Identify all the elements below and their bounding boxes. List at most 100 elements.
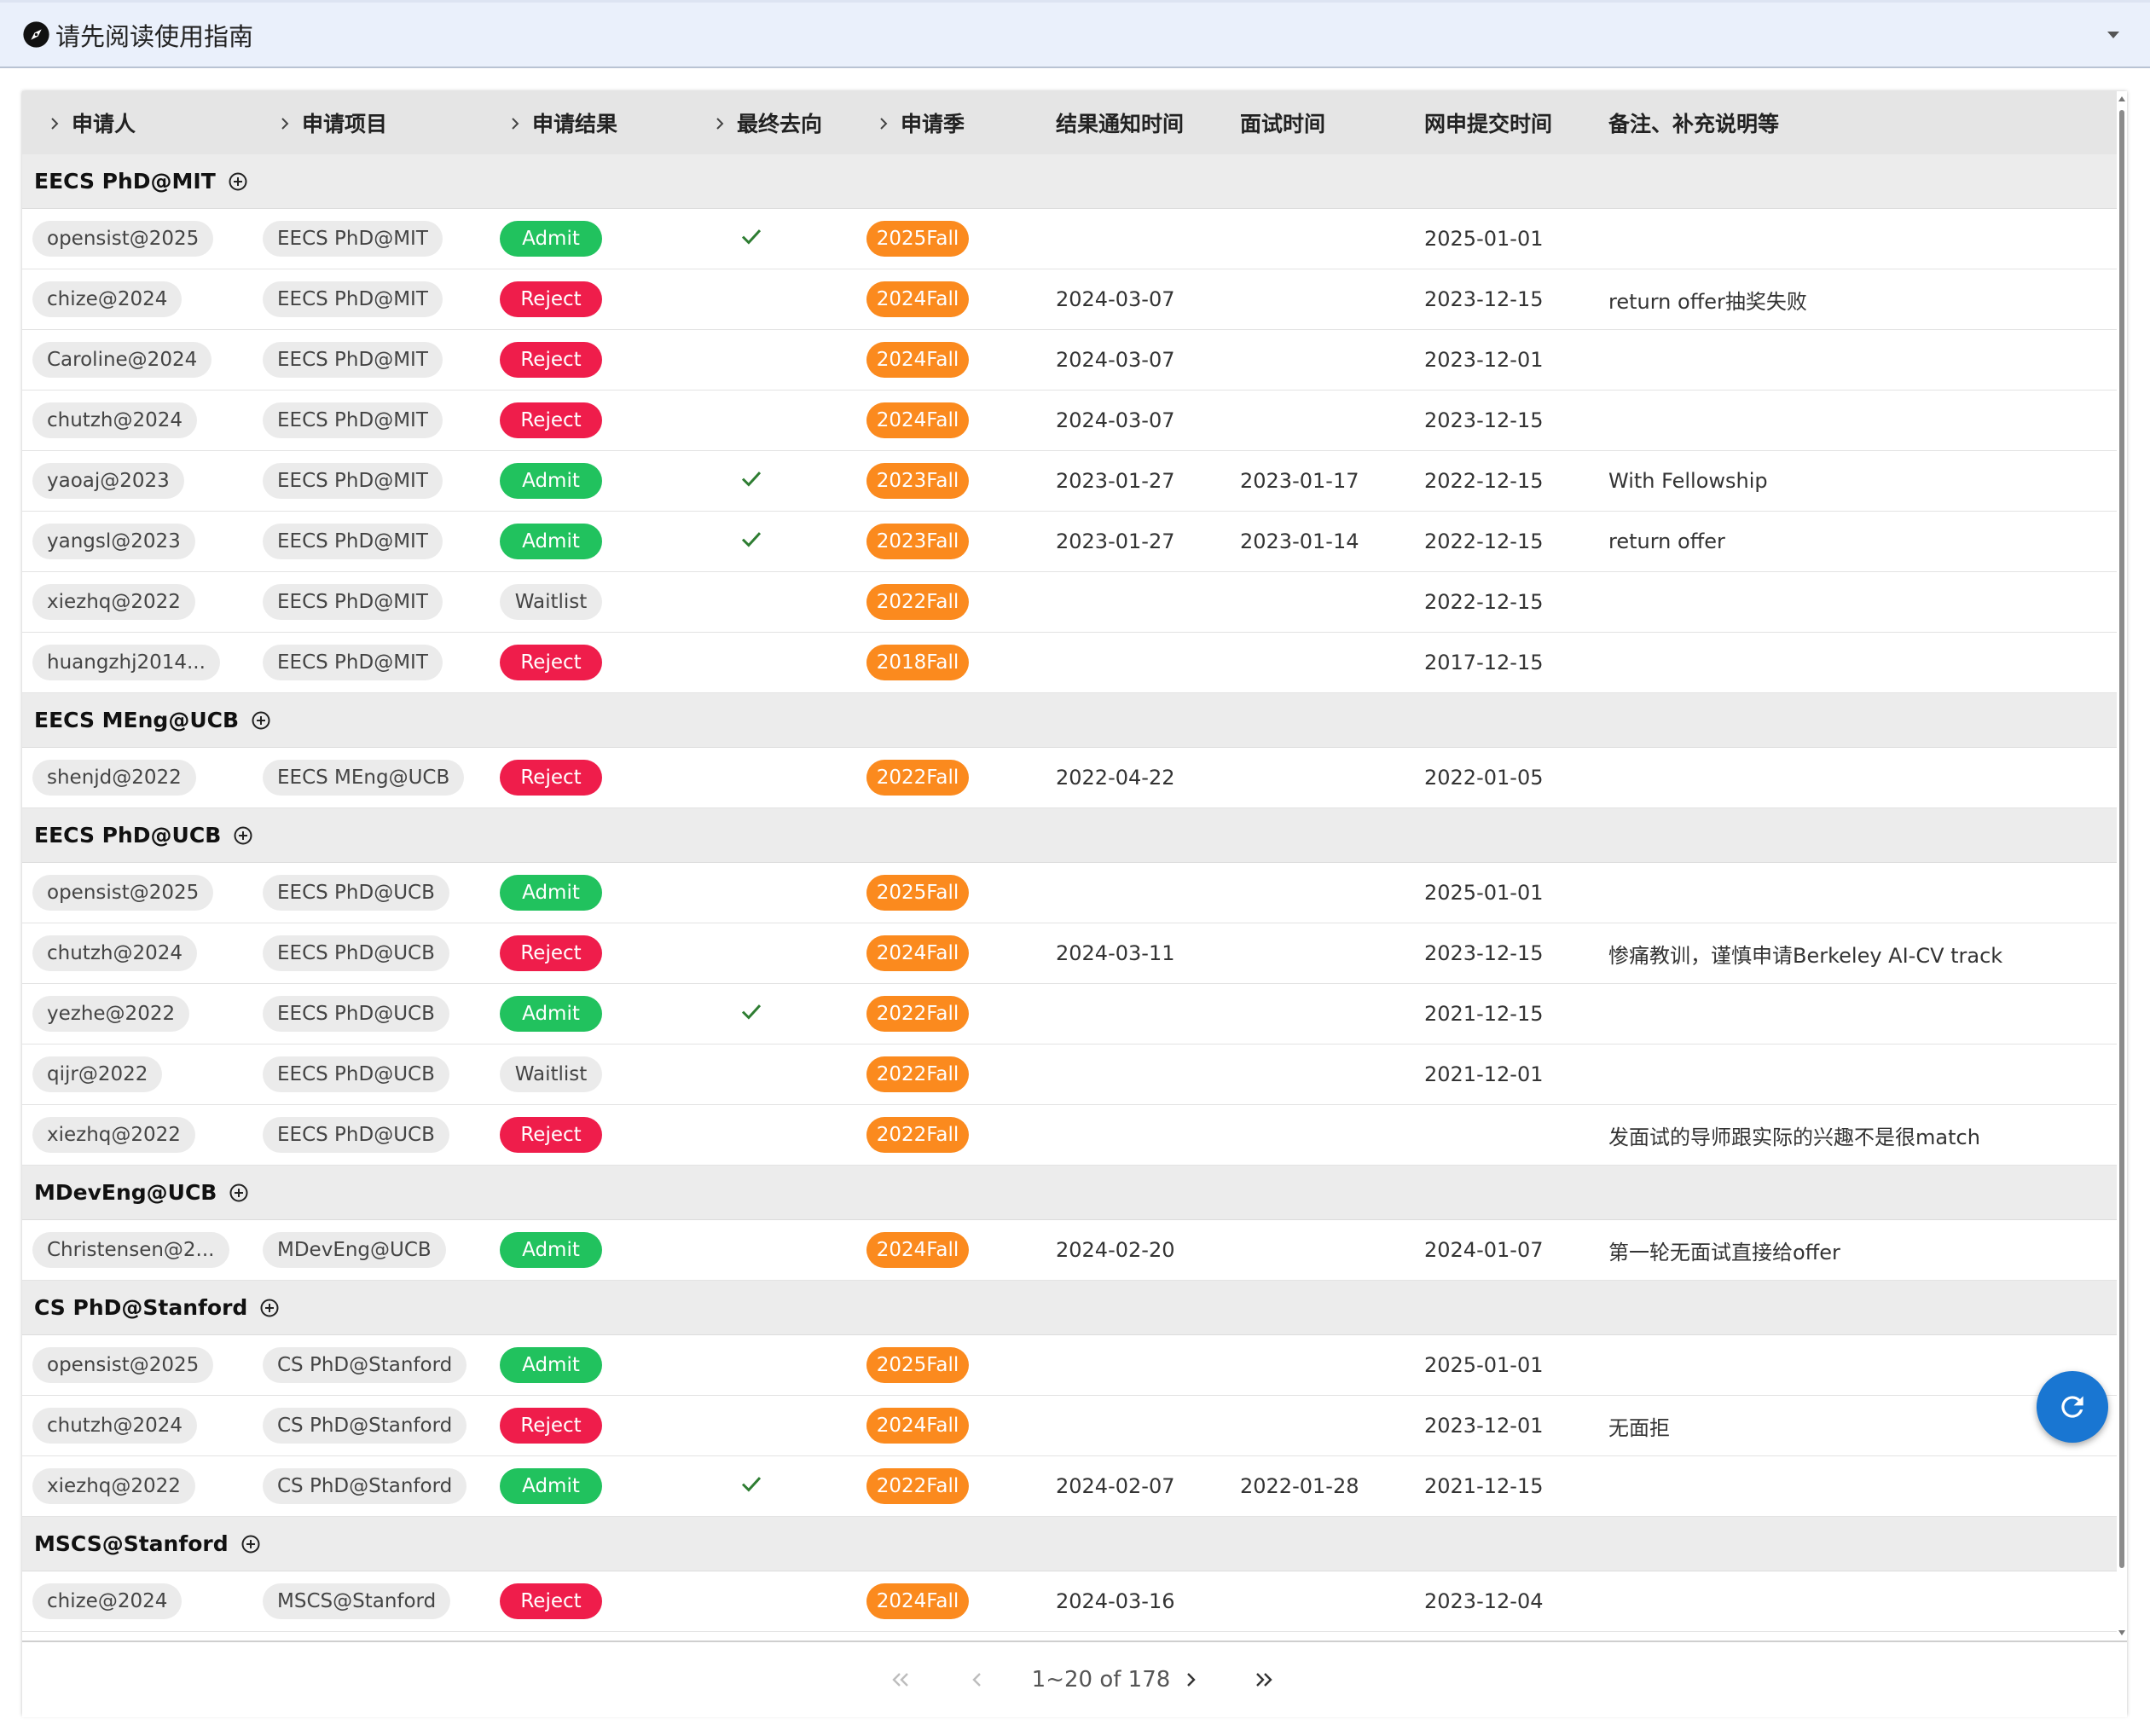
program-chip[interactable]: EECS PhD@MIT — [263, 221, 443, 257]
plus-circle-icon[interactable] — [240, 1534, 261, 1554]
table-row[interactable]: yangsl@2023 EECS PhD@MIT Admit 2023Fall 2023… — [22, 512, 2117, 572]
applicant-chip[interactable]: huangzhj2014... — [32, 645, 220, 680]
chevron-down-icon[interactable] — [2106, 30, 2121, 40]
table-row[interactable]: chutzh@2024 CS PhD@Stanford Reject 2024Fall… — [22, 1396, 2117, 1456]
column-header-label: 申请项目 — [302, 112, 388, 136]
table-row[interactable]: shenjd@2022 EECS MEng@UCB Reject 2022Fall 20… — [22, 748, 2117, 808]
guide-panel[interactable]: 请先阅读使用指南 — [0, 0, 2150, 68]
scroll-down-arrow[interactable] — [2118, 1630, 2125, 1635]
chevron-right-icon — [510, 111, 520, 136]
program-chip[interactable]: MSCS@Stanford — [263, 1583, 451, 1619]
last-page-icon[interactable] — [1247, 1664, 1281, 1695]
table-row[interactable]: opensist@2025 CS PhD@Stanford Admit 2025Fal… — [22, 1335, 2117, 1396]
vertical-scrollbar[interactable] — [2117, 91, 2127, 1641]
program-chip[interactable]: EECS PhD@MIT — [263, 463, 443, 499]
next-page-icon[interactable] — [1174, 1664, 1208, 1695]
result-cell: Reject — [500, 923, 602, 983]
table-row[interactable]: chize@2024 EECS PhD@MIT Reject 2024Fall 2024… — [22, 269, 2117, 330]
applicant-chip[interactable]: Caroline@2024 — [32, 342, 212, 378]
result-cell: Reject — [500, 633, 602, 692]
applicant-chip[interactable]: chutzh@2024 — [32, 935, 198, 971]
column-header[interactable]: 最终去向 — [715, 91, 822, 154]
submit-date: 2023-12-01 — [1424, 1414, 1544, 1438]
program-chip[interactable]: CS PhD@Stanford — [263, 1408, 467, 1444]
table-row[interactable]: chize@2024 MSCS@Stanford Reject 2024Fall 202… — [22, 1571, 2117, 1632]
season-cell: 2023Fall — [866, 512, 969, 571]
scrollbar-thumb[interactable] — [2119, 110, 2124, 1568]
submit-date: 2022-12-15 — [1424, 529, 1544, 553]
program-chip[interactable]: MDevEng@UCB — [263, 1232, 446, 1268]
program-chip[interactable]: EECS PhD@UCB — [263, 1117, 449, 1153]
program-cell: EECS PhD@UCB — [263, 863, 449, 923]
table-row[interactable]: Caroline@2024 EECS PhD@MIT Reject 2024Fall 2… — [22, 330, 2117, 391]
program-chip[interactable]: CS PhD@Stanford — [263, 1468, 467, 1504]
applicant-cell: xiezhq@2022 — [32, 1456, 195, 1516]
applicant-chip[interactable]: qijr@2022 — [32, 1056, 163, 1092]
program-cell: EECS PhD@MIT — [263, 391, 443, 450]
table-row[interactable]: yezhe@2022 EECS PhD@UCB Admit 2022Fall 2021-… — [22, 984, 2117, 1044]
group-header: EECS PhD@UCB — [22, 808, 2117, 863]
table-row[interactable]: opensist@2025 EECS PhD@UCB Admit 2025Fall 20… — [22, 863, 2117, 923]
plus-circle-icon[interactable] — [259, 1298, 280, 1318]
notify-date: 2024-03-07 — [1056, 348, 1175, 372]
applicant-chip[interactable]: chutzh@2024 — [32, 402, 198, 438]
group-name: EECS PhD@MIT — [34, 169, 216, 194]
plus-circle-icon[interactable] — [229, 1183, 249, 1203]
program-chip[interactable]: EECS PhD@MIT — [263, 645, 443, 680]
table-row[interactable]: xiezhq@2022 EECS PhD@UCB Reject 2022Fall 发面试… — [22, 1105, 2117, 1166]
note-text: return offer抽奖失败 — [1608, 289, 1807, 314]
applicant-chip[interactable]: yaoaj@2023 — [32, 463, 184, 499]
program-chip[interactable]: EECS PhD@UCB — [263, 875, 449, 911]
applicant-chip[interactable]: xiezhq@2022 — [32, 584, 195, 620]
applicant-chip[interactable]: chize@2024 — [32, 1583, 183, 1619]
table-row[interactable]: chutzh@2024 EECS PhD@UCB Reject 2024Fall 202… — [22, 923, 2117, 984]
result-badge: Admit — [500, 875, 602, 911]
refresh-icon — [2061, 1396, 2083, 1418]
program-chip[interactable]: EECS PhD@MIT — [263, 342, 443, 378]
table-row[interactable]: huangzhj2014... EECS PhD@MIT Reject 2018Fal… — [22, 633, 2117, 693]
column-header[interactable]: 申请结果 — [510, 91, 617, 154]
table-row[interactable]: opensist@2025 EECS PhD@MIT Admit 2025Fall 20… — [22, 209, 2117, 269]
table-row[interactable]: qijr@2022 EECS PhD@UCB Waitlist 2022Fall 202… — [22, 1044, 2117, 1105]
applicant-chip[interactable]: chize@2024 — [32, 281, 183, 317]
column-header[interactable]: 申请项目 — [280, 91, 387, 154]
table-row[interactable]: chutzh@2024 EECS PhD@MIT Reject 2024Fall 202… — [22, 391, 2117, 451]
first-page-icon[interactable] — [884, 1664, 918, 1695]
applicant-chip[interactable]: xiezhq@2022 — [32, 1468, 195, 1504]
applicant-chip[interactable]: yezhe@2022 — [32, 996, 190, 1032]
program-chip[interactable]: CS PhD@Stanford — [263, 1347, 467, 1383]
column-header[interactable]: 申请季 — [878, 91, 965, 154]
table-row[interactable]: yaoaj@2023 EECS PhD@MIT Admit 2023Fall 2023-… — [22, 451, 2117, 512]
column-header-label: 备注、补充说明等 — [1608, 112, 1780, 136]
column-header[interactable]: 申请人 — [49, 91, 136, 154]
season-badge: 2025Fall — [866, 221, 969, 257]
applicant-chip[interactable]: opensist@2025 — [32, 221, 214, 257]
result-badge: Admit — [500, 524, 602, 559]
group-name: MDevEng@UCB — [34, 1180, 217, 1205]
plus-circle-icon[interactable] — [233, 825, 253, 846]
scroll-up-arrow[interactable] — [2118, 96, 2125, 101]
applicant-chip[interactable]: opensist@2025 — [32, 1347, 214, 1383]
group-header: MDevEng@UCB — [22, 1166, 2117, 1220]
program-chip[interactable]: EECS PhD@MIT — [263, 524, 443, 559]
program-chip[interactable]: EECS PhD@UCB — [263, 1056, 449, 1092]
plus-circle-icon[interactable] — [228, 171, 248, 192]
table-row[interactable]: Christensen@2... MDevEng@UCB Admit 2024Fall… — [22, 1220, 2117, 1281]
program-chip[interactable]: EECS PhD@MIT — [263, 584, 443, 620]
prev-page-icon[interactable] — [960, 1664, 994, 1695]
applicant-chip[interactable]: shenjd@2022 — [32, 760, 196, 796]
program-chip[interactable]: EECS PhD@UCB — [263, 935, 449, 971]
program-chip[interactable]: EECS PhD@MIT — [263, 281, 443, 317]
program-chip[interactable]: EECS PhD@UCB — [263, 996, 449, 1032]
plus-circle-icon[interactable] — [251, 710, 271, 731]
applicant-chip[interactable]: opensist@2025 — [32, 875, 214, 911]
applicant-chip[interactable]: xiezhq@2022 — [32, 1117, 195, 1153]
refresh-button[interactable] — [2037, 1371, 2108, 1443]
program-chip[interactable]: EECS PhD@MIT — [263, 402, 443, 438]
program-chip[interactable]: EECS MEng@UCB — [263, 760, 465, 796]
table-row[interactable]: xiezhq@2022 CS PhD@Stanford Admit 2022Fall 2… — [22, 1456, 2117, 1517]
applicant-chip[interactable]: chutzh@2024 — [32, 1408, 198, 1444]
applicant-chip[interactable]: yangsl@2023 — [32, 524, 195, 559]
applicant-chip[interactable]: Christensen@2... — [32, 1232, 229, 1268]
table-row[interactable]: xiezhq@2022 EECS PhD@MIT Waitlist 2022Fall 2… — [22, 572, 2117, 633]
